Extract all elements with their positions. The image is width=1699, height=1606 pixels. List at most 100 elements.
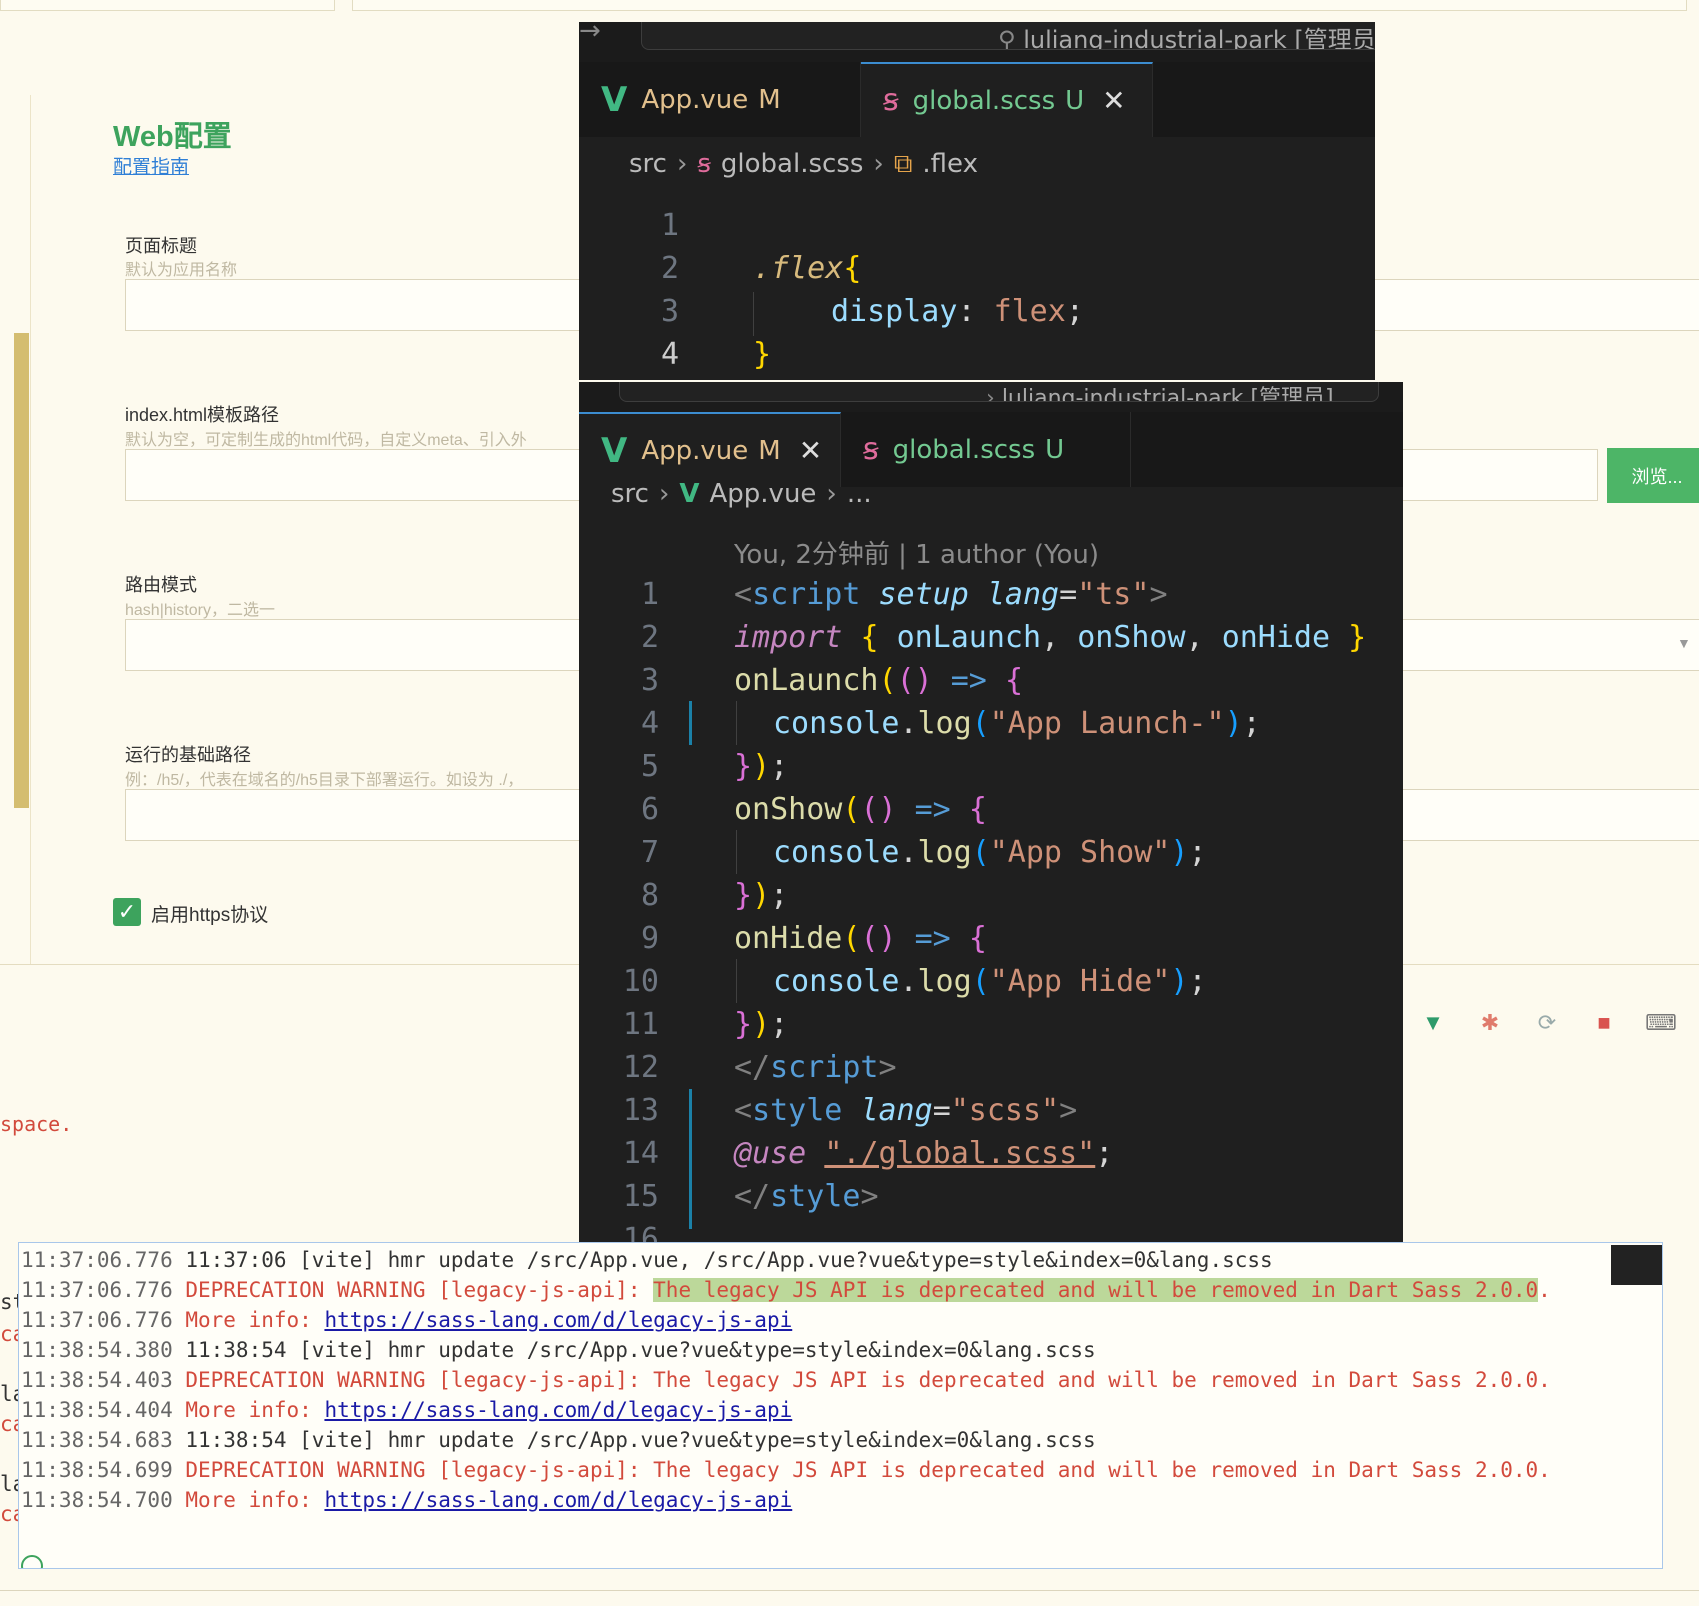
tab-app-vue[interactable]: V App.vue M xyxy=(579,62,861,137)
line-number: 9 xyxy=(640,921,659,956)
code-line: onHide(() => { xyxy=(734,921,987,956)
breadcrumb-symbol[interactable]: .flex xyxy=(922,149,978,179)
code-line: display: flex; xyxy=(831,294,1084,329)
console-line: 11:38:54.403 DEPRECATION WARNING [legacy… xyxy=(21,1368,1551,1392)
tab-label: App.vue xyxy=(641,84,749,115)
field-label-page-title: 页面标题 xyxy=(125,236,197,256)
tab-label: global.scss xyxy=(912,85,1056,116)
line-number: 2 xyxy=(660,251,679,286)
tab-label: global.scss xyxy=(892,434,1036,465)
code-line: console.log("App Hide"); xyxy=(773,964,1207,999)
code-line: .flex{ xyxy=(753,251,862,286)
line-number: 6 xyxy=(640,792,659,827)
status-spinner-icon xyxy=(21,1555,43,1568)
code-area[interactable]: 1 2 3 4 5 6 7 8 9 10 11 12 13 14 15 16 <… xyxy=(579,577,1403,1248)
console-line: 11:38:54.699 DEPRECATION WARNING [legacy… xyxy=(21,1458,1551,1482)
field-hint-router-mode: hash|history，二选一 xyxy=(125,602,275,619)
top-input-left[interactable] xyxy=(0,0,335,11)
console-line: 11:38:54.380 11:38:54 [vite] hmr update … xyxy=(21,1338,1096,1362)
chevron-down-icon[interactable]: ▼ xyxy=(1677,635,1691,651)
field-label-template-path: index.html模板路径 xyxy=(125,405,280,425)
git-blame-codelens[interactable]: You, 2分钟前 | 1 author (You) xyxy=(734,534,1099,571)
run-toolbar: ▼ ✱ ⟳ ■ ⌨ xyxy=(1420,1010,1677,1036)
console-output-panel[interactable]: 11:37:06.776 11:37:06 [vite] hmr update … xyxy=(18,1242,1663,1569)
tab-bar: V App.vue M ꞩ global.scss U ✕ xyxy=(579,62,1375,137)
tab-global-scss[interactable]: ꞩ global.scss U ✕ xyxy=(861,62,1153,137)
field-hint-base-path: 例：/h5/，代表在域名的/h5目录下部署运行。如设为 ./， xyxy=(125,772,524,789)
untracked-badge: U xyxy=(1045,434,1065,465)
terminal-icon[interactable]: ⌨ xyxy=(1645,1010,1677,1036)
tab-label: App.vue xyxy=(641,435,749,466)
bottom-status-bar xyxy=(0,1590,1699,1606)
top-input-boxes xyxy=(0,0,1699,12)
code-line: onShow(() => { xyxy=(734,792,987,827)
breadcrumb-src[interactable]: src xyxy=(611,479,649,509)
line-number: 10 xyxy=(622,964,659,999)
bug-icon[interactable]: ✱ xyxy=(1477,1010,1503,1036)
search-icon: › xyxy=(986,386,995,402)
breadcrumb-file[interactable]: global.scss xyxy=(721,149,864,179)
line-number: 5 xyxy=(640,749,659,784)
sass-docs-link[interactable]: https://sass-lang.com/d/legacy-js-api xyxy=(324,1308,792,1332)
code-line: <style lang="scss"> xyxy=(734,1093,1078,1128)
vue-file-icon: V xyxy=(601,79,628,120)
line-number: 7 xyxy=(640,835,659,870)
vue-icon[interactable]: ▼ xyxy=(1420,1010,1446,1036)
chevron-right-icon: › xyxy=(826,479,837,509)
left-rail xyxy=(30,95,31,965)
console-line: 11:38:54.404 More info: https://sass-lan… xyxy=(21,1398,793,1422)
untracked-badge: U xyxy=(1065,85,1085,116)
tab-global-scss[interactable]: ꞩ global.scss U xyxy=(841,412,1131,487)
modified-badge: M xyxy=(758,84,781,115)
chevron-right-icon: › xyxy=(873,149,884,179)
line-number: 11 xyxy=(622,1007,659,1042)
back-arrow-icon[interactable]: → xyxy=(579,22,601,46)
line-number: 4 xyxy=(640,706,659,741)
breadcrumb-src[interactable]: src xyxy=(629,149,667,179)
git-modified-marker[interactable] xyxy=(689,701,692,745)
line-number: 1 xyxy=(640,577,659,612)
git-modified-marker[interactable] xyxy=(689,1089,692,1229)
code-line: </script> xyxy=(734,1050,897,1085)
sass-docs-link[interactable]: https://sass-lang.com/d/legacy-js-api xyxy=(324,1488,792,1512)
editor-window-global-scss: → ⚲ luliang-industrial-park [管理员 V App.v… xyxy=(579,22,1375,380)
editor-window-app-vue: › luliang-industrial-park [管理员] V App.vu… xyxy=(579,382,1403,1248)
code-line: <script setup lang="ts"> xyxy=(734,577,1168,612)
command-center-search[interactable]: › luliang-industrial-park [管理员] xyxy=(619,382,1379,402)
line-number: 8 xyxy=(640,878,659,913)
code-line: </style> xyxy=(734,1179,879,1214)
sass-docs-link[interactable]: https://sass-lang.com/d/legacy-js-api xyxy=(324,1398,792,1422)
code-line: } xyxy=(753,337,772,372)
chevron-right-icon: › xyxy=(676,149,688,179)
search-text: luliang-industrial-park [管理员 xyxy=(1023,26,1375,50)
top-input-right[interactable] xyxy=(352,0,1687,11)
replay-icon[interactable]: ⟳ xyxy=(1534,1010,1560,1036)
line-number: 1 xyxy=(660,208,679,243)
breadcrumb-symbol[interactable]: ... xyxy=(847,479,872,509)
chevron-right-icon: › xyxy=(658,479,670,509)
code-line: import { onLaunch, onShow, onHide } xyxy=(734,620,1367,655)
line-number: 13 xyxy=(622,1093,659,1128)
close-icon[interactable]: ✕ xyxy=(1102,84,1125,117)
console-line: 11:38:54.683 11:38:54 [vite] hmr update … xyxy=(21,1428,1096,1452)
indent-guide xyxy=(736,701,737,745)
browse-button[interactable]: 浏览... xyxy=(1607,448,1699,503)
command-center-search[interactable]: ⚲ luliang-industrial-park [管理员 xyxy=(641,22,1375,50)
line-number: 3 xyxy=(640,663,659,698)
breadcrumb: src › ꞩ global.scss › ⧉ .flex xyxy=(629,144,978,184)
highlighted-text: The legacy JS API is deprecated and will… xyxy=(653,1278,1539,1302)
https-checkbox-label: 启用https协议 xyxy=(151,905,269,926)
line-number: 14 xyxy=(622,1136,659,1171)
field-label-base-path: 运行的基础路径 xyxy=(125,745,251,765)
breadcrumb-file[interactable]: App.vue xyxy=(710,479,817,509)
code-area[interactable]: 1 2 3 4 .flex{ display: flex; } xyxy=(579,182,1375,380)
title-bar: › luliang-industrial-park [管理员] xyxy=(579,382,1403,412)
https-checkbox[interactable]: ✓ xyxy=(113,898,141,926)
field-hint-template-path: 默认为空，可定制生成的html代码，自定义meta、引入外 xyxy=(125,432,527,449)
line-number: 4 xyxy=(660,337,679,372)
line-number: 2 xyxy=(640,620,659,655)
stop-icon[interactable]: ■ xyxy=(1591,1010,1617,1036)
code-line: }); xyxy=(734,878,789,913)
close-icon[interactable]: ✕ xyxy=(799,434,822,467)
config-guide-link[interactable]: 配置指南 xyxy=(113,152,189,179)
